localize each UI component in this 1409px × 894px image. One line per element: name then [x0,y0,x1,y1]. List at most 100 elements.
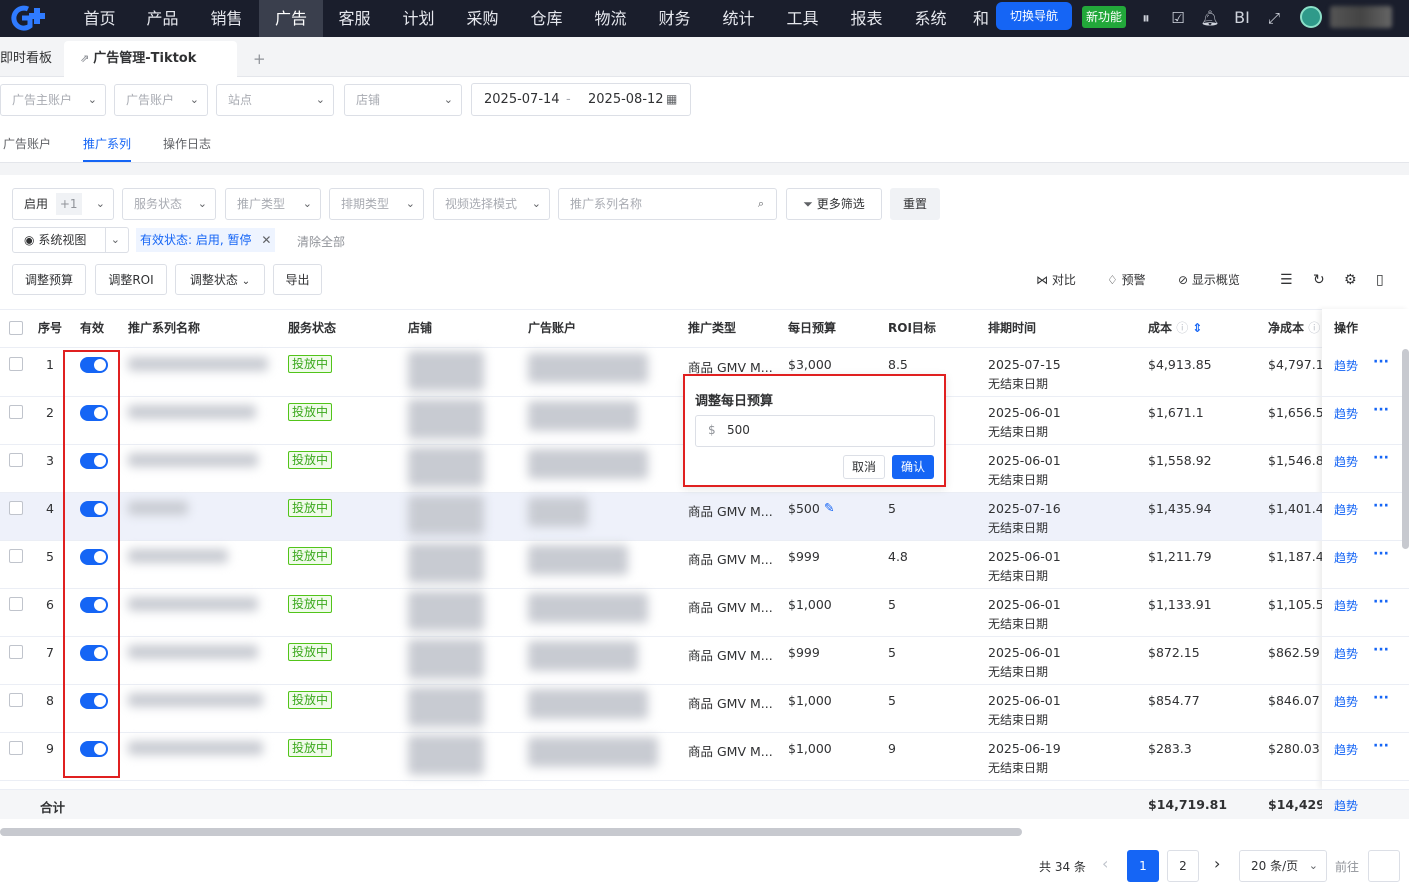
more-actions-icon[interactable]: ··· [1373,402,1389,418]
username-blurred[interactable] [1330,6,1392,28]
switch-nav-button[interactable]: 切换导航 [996,2,1072,30]
bi-icon[interactable]: BI [1232,8,1252,28]
trend-link[interactable]: 趋势 [1334,453,1358,470]
row-checkbox[interactable] [9,501,23,515]
sort-desc-icon[interactable]: ⇕ [1192,321,1202,335]
nav-stats[interactable]: 统计 [711,0,766,37]
promo-type-select[interactable]: 推广类型 ⌄ [225,188,321,220]
nav-ads[interactable]: 广告 [259,0,323,37]
trend-link[interactable]: 趋势 [1334,501,1358,518]
row-checkbox[interactable] [9,357,23,371]
nav-purchase[interactable]: 采购 [455,0,510,37]
system-view-select[interactable]: ◉ 系统视图 ⌄ [12,227,129,253]
tab-campaign[interactable]: 推广系列 [83,126,132,162]
refresh-icon[interactable]: ↻ [1313,270,1325,290]
date-from[interactable]: 2025-07-14 [484,84,560,115]
ad-account-select[interactable]: 广告账户 ⌄ [114,84,208,116]
campaign-name-blurred[interactable] [128,549,228,563]
clear-all-button[interactable]: 清除全部 [297,233,345,250]
header-campaign-name[interactable]: 推广系列名称 [128,309,200,348]
nav-home[interactable]: 首页 [72,0,127,37]
fullscreen-icon[interactable]: ⤢ [1264,8,1284,28]
vertical-scrollbar[interactable] [1402,349,1409,549]
trend-link[interactable]: 趋势 [1334,645,1358,662]
budget-input-value[interactable]: 500 [727,423,750,437]
nav-plan[interactable]: 计划 [391,0,446,37]
columns-icon[interactable]: ▯ [1376,270,1384,290]
campaign-name-blurred[interactable] [128,597,258,611]
advertiser-account-select[interactable]: 广告主账户 ⌄ [0,84,106,116]
campaign-search-input[interactable]: 推广系列名称 ⌕ [558,188,777,220]
nav-finance[interactable]: 财务 [647,0,702,37]
list-icon[interactable]: ☰ [1280,270,1293,290]
more-actions-icon[interactable]: ··· [1373,690,1389,706]
prev-page-button[interactable]: ‹ [1102,854,1108,873]
reset-button[interactable]: 重置 [890,188,940,220]
budget-input[interactable]: $ 500 [695,415,935,447]
row-checkbox[interactable] [9,741,23,755]
bell-icon[interactable]: 🔔︎ [1200,8,1220,28]
trend-link[interactable]: 趋势 [1334,741,1358,758]
more-filters-button[interactable]: ⏷ 更多筛选 [786,188,882,220]
campaign-name-blurred[interactable] [128,357,268,371]
cancel-button[interactable]: 取消 [843,455,885,479]
video-mode-select[interactable]: 视频选择模式 ⌄ [433,188,550,220]
calendar-check-icon[interactable]: ☑ [1168,8,1188,28]
nav-warehouse[interactable]: 仓库 [519,0,574,37]
horizontal-scrollbar[interactable] [0,828,1022,836]
row-checkbox[interactable] [9,597,23,611]
page-size-select[interactable]: 20 条/页 ⌄ [1239,850,1327,882]
row-checkbox[interactable] [9,645,23,659]
nav-logistics[interactable]: 物流 [583,0,638,37]
total-trend-link[interactable]: 趋势 [1334,797,1358,814]
campaign-name-blurred[interactable] [128,405,256,419]
alert-button[interactable]: ♢ 预警 [1107,270,1146,290]
confirm-button[interactable]: 确认 [892,455,934,479]
trend-link[interactable]: 趋势 [1334,405,1358,422]
campaign-name-blurred[interactable] [128,693,263,707]
goto-page-input[interactable] [1368,850,1400,882]
schedule-type-select[interactable]: 排期类型 ⌄ [329,188,424,220]
settings-icon[interactable]: ⚙ [1344,270,1357,290]
more-actions-icon[interactable]: ··· [1373,546,1389,562]
trend-link[interactable]: 趋势 [1334,357,1358,374]
nav-tools[interactable]: 工具 [775,0,830,37]
date-range-picker[interactable]: 2025-07-14 - 2025-08-12 ▦ [471,83,691,116]
service-status-select[interactable]: 服务状态 ⌄ [122,188,216,220]
show-overview-button[interactable]: ⊘ 显示概览 [1178,270,1240,290]
campaign-name-blurred[interactable] [128,453,258,467]
pause-icon[interactable]: ⏸ [1136,8,1156,28]
tab-ad-account[interactable]: 广告账户 [3,126,51,162]
more-actions-icon[interactable]: ··· [1373,594,1389,610]
trend-link[interactable]: 趋势 [1334,549,1358,566]
close-icon[interactable]: ✕ [261,233,271,247]
tab-operation-log[interactable]: 操作日志 [163,126,211,162]
adjust-status-button[interactable]: 调整状态 ⌄ [175,264,265,295]
row-checkbox[interactable] [9,549,23,563]
table-row[interactable] [0,493,1322,540]
row-checkbox[interactable] [9,405,23,419]
more-actions-icon[interactable]: ··· [1373,738,1389,754]
page-1-button[interactable]: 1 [1127,850,1159,882]
enable-status-select[interactable]: 启用 +1 ⌄ [12,188,114,220]
adjust-roi-button[interactable]: 调整ROI [95,264,167,295]
campaign-name-blurred[interactable] [128,741,263,755]
new-feature-button[interactable]: 新功能 [1082,6,1126,28]
more-actions-icon[interactable]: ··· [1373,642,1389,658]
export-button[interactable]: 导出 [273,264,322,295]
compare-button[interactable]: ⋈ 对比 [1036,270,1076,290]
page-2-button[interactable]: 2 [1167,850,1199,882]
header-cost[interactable]: 成本 ⓘ ⇕ [1148,309,1202,348]
tab-ads-tiktok[interactable]: ⇗ 广告管理-Tiktok [64,41,237,77]
more-actions-icon[interactable]: ··· [1373,498,1389,514]
nav-product[interactable]: 产品 [135,0,190,37]
site-select[interactable]: 站点 ⌄ [216,84,334,116]
tab-dashboard[interactable]: 即时看板 [0,41,60,77]
avatar[interactable] [1300,6,1322,28]
row-checkbox[interactable] [9,453,23,467]
campaign-name-blurred[interactable] [128,645,258,659]
nav-overflow[interactable]: 和 [972,0,990,37]
row-checkbox[interactable] [9,693,23,707]
add-tab-button[interactable]: + [253,41,267,77]
nav-service[interactable]: 客服 [327,0,382,37]
